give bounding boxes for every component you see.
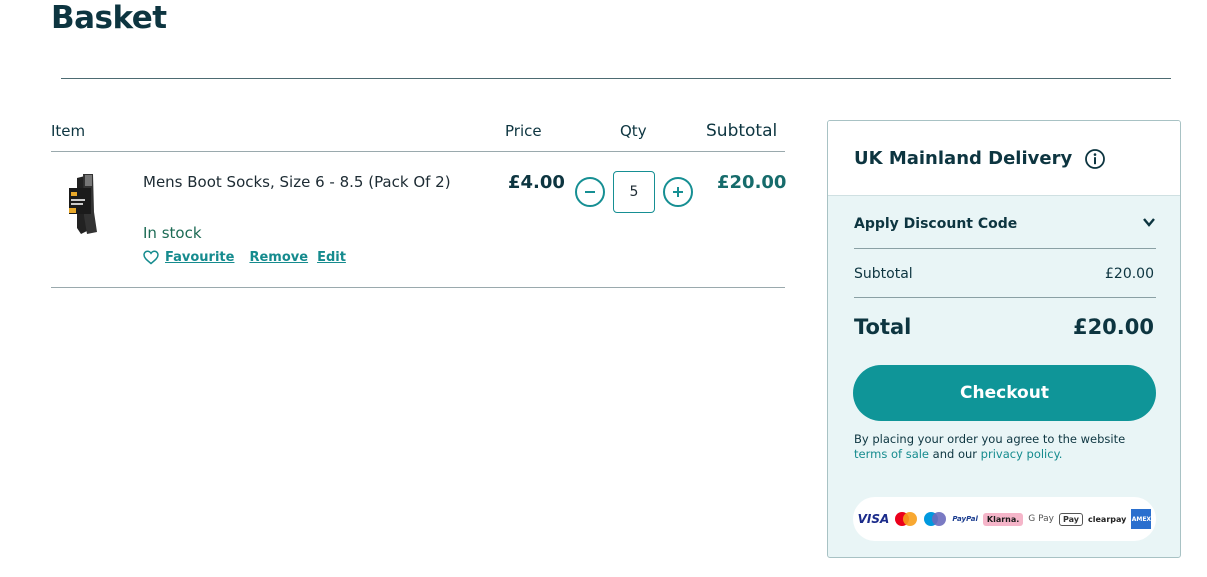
heart-icon <box>143 250 159 265</box>
subtotal-value: £20.00 <box>1105 266 1154 282</box>
legal-text: By placing your order you agree to the w… <box>854 432 1126 446</box>
quantity-input[interactable]: 5 <box>613 171 655 213</box>
terms-of-sale-link[interactable]: terms of sale <box>854 447 929 461</box>
product-name[interactable]: Mens Boot Socks, Size 6 - 8.5 (Pack Of 2… <box>143 171 473 193</box>
apply-discount-toggle[interactable]: Apply Discount Code <box>854 216 1156 232</box>
total-value: £20.00 <box>1072 315 1154 339</box>
mastercard-icon <box>895 512 918 526</box>
legal-and-text: and our <box>932 447 978 461</box>
info-icon[interactable] <box>1084 148 1106 170</box>
divider <box>854 297 1156 298</box>
paypal-icon: PayPal <box>952 515 978 523</box>
visa-icon: VISA <box>857 512 890 526</box>
unit-price: £4.00 <box>508 172 565 193</box>
maestro-icon <box>924 512 947 526</box>
product-image[interactable] <box>63 172 103 238</box>
minus-icon <box>585 191 595 193</box>
stock-status: In stock <box>143 224 202 242</box>
delivery-header: UK Mainland Delivery <box>828 121 1180 196</box>
chevron-down-icon <box>1143 218 1155 227</box>
divider <box>61 78 1171 79</box>
delivery-title: UK Mainland Delivery <box>854 148 1073 169</box>
increase-quantity-button[interactable] <box>663 177 693 207</box>
remove-link[interactable]: Remove <box>249 250 308 265</box>
plus-icon <box>673 187 683 197</box>
payment-methods: VISA PayPal Klarna. G Pay Pay clearpay A… <box>853 497 1156 541</box>
discount-label: Apply Discount Code <box>854 216 1018 232</box>
decrease-quantity-button[interactable] <box>575 177 605 207</box>
column-header-subtotal: Subtotal <box>706 121 778 141</box>
favourite-link[interactable]: Favourite <box>143 250 234 265</box>
total-label: Total <box>854 315 912 339</box>
page-title: Basket <box>51 0 167 36</box>
quantity-stepper: 5 <box>575 171 693 213</box>
edit-link[interactable]: Edit <box>317 250 346 265</box>
apple-pay-icon: Pay <box>1059 512 1084 526</box>
column-header-price: Price <box>505 122 542 140</box>
legal-notice: By placing your order you agree to the w… <box>854 432 1156 462</box>
favourite-label: Favourite <box>165 250 235 265</box>
privacy-policy-link[interactable]: privacy policy. <box>981 447 1063 461</box>
divider <box>854 248 1156 249</box>
amex-icon: AMEX <box>1131 509 1152 529</box>
order-summary: UK Mainland Delivery Apply Discount Code… <box>827 120 1181 558</box>
line-subtotal: £20.00 <box>717 172 787 193</box>
column-header-item: Item <box>51 122 86 140</box>
checkout-button[interactable]: Checkout <box>853 365 1156 421</box>
clearpay-icon: clearpay <box>1088 514 1127 524</box>
column-header-qty: Qty <box>620 122 647 140</box>
google-pay-icon: G Pay <box>1028 514 1054 524</box>
klarna-icon: Klarna. <box>982 512 1024 526</box>
line-item-actions: Favourite Remove Edit <box>143 250 346 265</box>
subtotal-label: Subtotal <box>854 266 913 282</box>
basket-line-item: Mens Boot Socks, Size 6 - 8.5 (Pack Of 2… <box>51 152 787 288</box>
